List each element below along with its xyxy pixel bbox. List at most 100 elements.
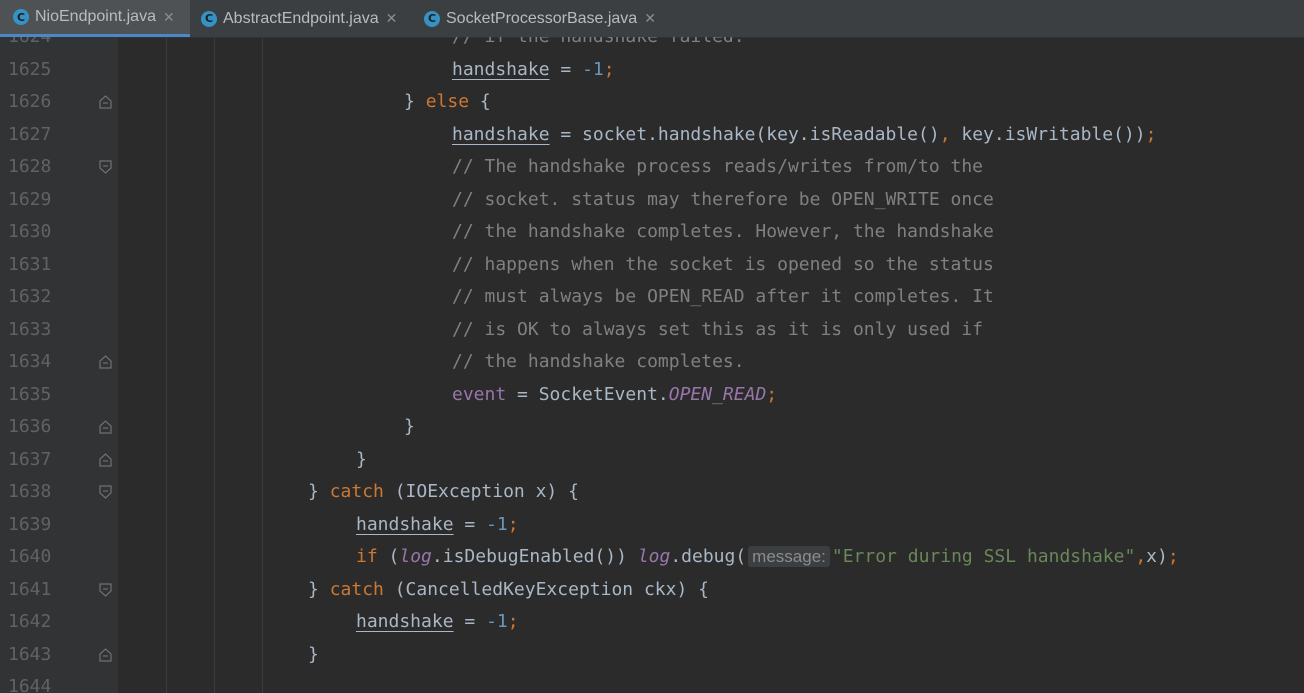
code-token: // must always be OPEN_READ after it com… (452, 286, 994, 307)
code-line[interactable]: 1643} (0, 639, 1304, 671)
code-line[interactable]: 1625 handshake = -1; (0, 54, 1304, 86)
line-number: 1626 (8, 91, 52, 112)
code-text: handshake = -1; (356, 509, 519, 541)
code-text: } catch (IOException x) { (308, 476, 579, 508)
code-token: // happens when the socket is opened so … (452, 253, 994, 275)
code-line[interactable]: 1627 handshake = socket.handshake(key.isR… (0, 119, 1304, 151)
code-token: } (356, 448, 367, 470)
tab-label: AbstractEndpoint.java (223, 9, 379, 27)
code-token: ( (377, 546, 400, 567)
fold-end-icon[interactable] (99, 355, 112, 369)
line-number: 1639 (8, 513, 52, 535)
close-icon[interactable]: ✕ (386, 10, 398, 27)
code-text: handshake = -1; (452, 54, 615, 86)
code-line[interactable]: 1633 // is OK to always set this as it is… (0, 314, 1304, 346)
code-token: } (404, 91, 426, 112)
code-token: if (356, 546, 378, 567)
code-line[interactable]: 1634 // the handshake completes. (0, 346, 1304, 378)
code-line[interactable]: 1641} catch (CancelledKeyException ckx) … (0, 574, 1304, 606)
code-token: .isDebugEnabled()) (431, 546, 638, 567)
code-text: if (log.isDebugEnabled()) log.debug(mess… (356, 541, 1179, 573)
code-text: } else { (404, 86, 491, 118)
code-token: handshake (452, 123, 550, 145)
code-token: handshake (356, 513, 454, 535)
code-line[interactable]: 1629 // socket. status may therefore be O… (0, 184, 1304, 216)
abstract-class-icon: C (201, 10, 217, 27)
code-token: = (453, 513, 487, 535)
code-text: } (356, 444, 367, 476)
code-line[interactable]: 1644 (0, 671, 1304, 693)
line-number: 1637 (8, 448, 52, 470)
fold-end-icon[interactable] (99, 452, 112, 467)
code-editor[interactable]: 1624 // if the handshake failed. 1625 hands… (0, 37, 1304, 693)
code-line[interactable]: 1636} (0, 411, 1304, 443)
code-token: ; (1145, 123, 1157, 145)
code-line[interactable]: 1642 handshake = -1; (0, 606, 1304, 638)
code-token: else (425, 91, 470, 112)
line-number: 1640 (8, 546, 52, 567)
code-line[interactable]: 1631 // happens when the socket is opened… (0, 249, 1304, 281)
code-token: key.isWritable()) (950, 123, 1146, 145)
fold-start-icon[interactable] (99, 485, 112, 499)
editor-tab-bar: C NioEndpoint.java ✕ C AbstractEndpoint.… (0, 0, 1304, 38)
code-token: // if the handshake failed. (452, 37, 745, 47)
code-token: x) (1146, 546, 1168, 567)
code-line[interactable]: 1637} (0, 444, 1304, 476)
code-token: // the handshake completes. However, the… (452, 221, 994, 242)
code-text: // socket. status may therefore be OPEN_… (452, 184, 994, 216)
code-token: log (637, 546, 671, 567)
code-token: -1 (486, 611, 508, 632)
close-icon[interactable]: ✕ (163, 9, 175, 26)
code-line[interactable]: 1628 // The handshake process reads/write… (0, 151, 1304, 183)
code-line[interactable]: 1632 // must always be OPEN_READ after it… (0, 281, 1304, 313)
code-token: } (308, 481, 330, 502)
code-text: } catch (CancelledKeyException ckx) { (308, 574, 709, 606)
close-icon[interactable]: ✕ (644, 10, 656, 27)
tab-label: SocketProcessorBase.java (446, 9, 638, 27)
tab-socketprocessorbase[interactable]: C SocketProcessorBase.java ✕ (412, 0, 662, 37)
code-line[interactable]: 1635 event = SocketEvent.OPEN_READ; (0, 379, 1304, 411)
code-text: // happens when the socket is opened so … (452, 249, 994, 281)
line-number: 1644 (8, 676, 52, 693)
line-number: 1627 (8, 123, 52, 145)
code-token: // The handshake process reads/writes fr… (452, 156, 984, 177)
fold-start-icon[interactable] (99, 160, 112, 174)
tab-abstractendpoint[interactable]: C AbstractEndpoint.java ✕ (190, 0, 412, 37)
code-token: ; (1167, 546, 1179, 567)
code-token: , (939, 123, 951, 145)
line-number: 1629 (8, 188, 52, 210)
fold-end-icon[interactable] (99, 95, 112, 109)
code-line[interactable]: 1640 if (log.isDebugEnabled()) log.debug(… (0, 541, 1304, 573)
code-token: ; (507, 513, 519, 535)
code-line[interactable]: 1639 handshake = -1; (0, 509, 1304, 541)
code-text: handshake = socket.handshake(key.isReada… (452, 119, 1156, 151)
code-token: handshake (452, 58, 550, 80)
code-line[interactable]: 1630 // the handshake completes. However,… (0, 216, 1304, 248)
line-number: 1632 (8, 286, 52, 307)
line-number: 1630 (8, 221, 52, 242)
code-token: (IOException x) { (383, 481, 579, 502)
tab-nioendpoint[interactable]: C NioEndpoint.java ✕ (0, 0, 190, 37)
code-token: // is OK to always set this as it is onl… (452, 318, 984, 340)
code-token: // socket. status may therefore be OPEN_… (452, 188, 994, 210)
tab-label: NioEndpoint.java (35, 8, 156, 25)
code-token: = (453, 611, 487, 632)
fold-end-icon[interactable] (99, 420, 112, 434)
java-class-icon: C (13, 9, 29, 25)
code-line[interactable]: 1624 // if the handshake failed. (0, 37, 1304, 53)
line-number: 1635 (8, 383, 52, 405)
code-token: ; (507, 611, 519, 632)
code-token: log (399, 546, 432, 567)
code-token: .debug( (670, 546, 747, 567)
fold-start-icon[interactable] (99, 582, 112, 597)
line-number: 1636 (8, 416, 52, 437)
code-text: // if the handshake failed. (452, 37, 745, 53)
code-text: // The handshake process reads/writes fr… (452, 151, 983, 183)
fold-end-icon[interactable] (99, 647, 112, 662)
code-line[interactable]: 1626 } else { (0, 86, 1304, 118)
code-token: -1 (486, 513, 508, 535)
code-token: ; (603, 58, 615, 80)
line-number: 1643 (8, 643, 52, 665)
code-line[interactable]: 1638} catch (IOException x) { (0, 476, 1304, 508)
code-text: // is OK to always set this as it is onl… (452, 314, 983, 346)
